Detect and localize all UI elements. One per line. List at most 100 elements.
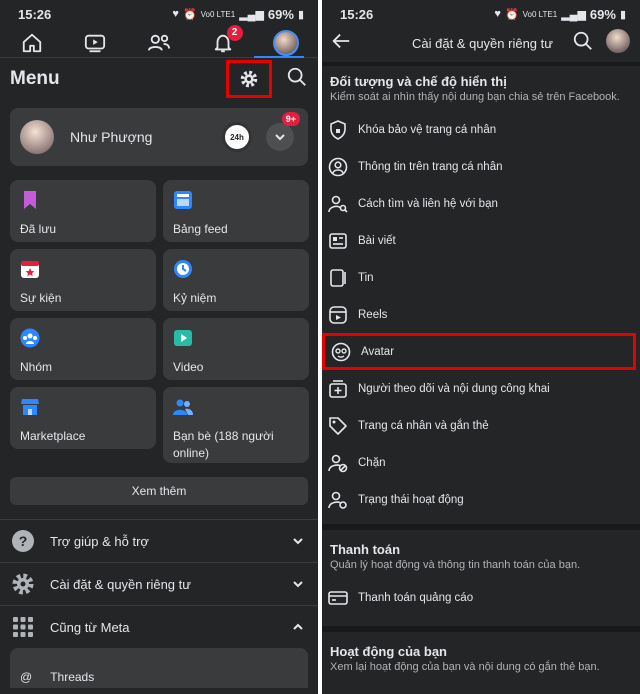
setting-label: Cách tìm và liên hệ với bạn bbox=[358, 197, 498, 210]
story-label: 24h bbox=[230, 132, 244, 142]
page-title: Menu bbox=[10, 68, 60, 89]
gear-icon bbox=[240, 70, 258, 88]
setting-blocking[interactable]: Chặn bbox=[322, 444, 640, 481]
shortcut-marketplace[interactable]: Marketplace bbox=[10, 387, 156, 449]
chevron-down-icon bbox=[293, 581, 303, 588]
notification-badge: 2 bbox=[226, 24, 243, 41]
status-icons: ♥ ⏰ Vo0 LTE1 ▂▄▆ 69% ▮ bbox=[494, 7, 626, 22]
setting-label: Chặn bbox=[358, 456, 386, 469]
audience-list: Khóa bảo vệ trang cá nhân Thông tin trên… bbox=[322, 111, 640, 518]
menu-header: Menu bbox=[0, 58, 318, 100]
section-title-audience: Đối tượng và chế độ hiển thị bbox=[330, 74, 507, 89]
setting-profile-lock[interactable]: Khóa bảo vệ trang cá nhân bbox=[322, 111, 640, 148]
shortcut-groups[interactable]: Nhóm bbox=[10, 318, 156, 380]
home-icon bbox=[22, 33, 41, 52]
shortcut-feed[interactable]: Bảng feed bbox=[163, 180, 309, 242]
setting-label: Thông tin trên trang cá nhân bbox=[358, 160, 503, 173]
settings-button[interactable] bbox=[226, 60, 272, 98]
shortcut-label: Marketplace bbox=[20, 429, 86, 443]
avatar bbox=[20, 120, 54, 154]
setting-profile-tagging[interactable]: Trang cá nhân và gắn thẻ bbox=[322, 407, 640, 444]
section-help[interactable]: ? Trợ giúp & hỗ trợ bbox=[0, 519, 318, 562]
shortcut-saved[interactable]: Đã lưu bbox=[10, 180, 156, 242]
signal-icon: ▂▄▆ bbox=[239, 8, 264, 21]
story-icon[interactable]: 24h bbox=[222, 122, 252, 152]
feed-icon bbox=[174, 191, 192, 209]
setting-label: Trang cá nhân và gắn thẻ bbox=[358, 419, 489, 432]
friends-tab[interactable] bbox=[145, 29, 173, 57]
profile-card[interactable]: Như Phượng 24h 9+ bbox=[10, 108, 308, 166]
shortcut-video[interactable]: Video bbox=[163, 318, 309, 380]
section-label: Cũng từ Meta bbox=[50, 619, 130, 635]
store-icon bbox=[21, 399, 39, 415]
page-title: Cài đặt & quyền riêng tư bbox=[412, 35, 553, 51]
settings-header: Cài đặt & quyền riêng tư bbox=[322, 28, 640, 58]
posts-icon bbox=[329, 232, 347, 249]
setting-profile-info[interactable]: Thông tin trên trang cá nhân bbox=[322, 148, 640, 185]
shortcut-label: Kỷ niệm bbox=[173, 291, 217, 305]
setting-avatar[interactable]: Avatar bbox=[322, 333, 636, 370]
avatar bbox=[273, 29, 300, 56]
section-label: Trợ giúp & hỗ trợ bbox=[50, 533, 149, 549]
shield-lock-icon bbox=[330, 119, 346, 140]
shortcut-memories[interactable]: Kỷ niệm bbox=[163, 249, 309, 311]
block-user-icon bbox=[328, 454, 348, 472]
clock-icon bbox=[174, 260, 192, 278]
setting-label: Thanh toán quảng cáo bbox=[358, 591, 474, 604]
chevron-down-icon bbox=[293, 538, 303, 545]
battery-icon: ▮ bbox=[619, 8, 626, 21]
setting-stories[interactable]: Tin bbox=[322, 259, 640, 296]
alarm-icon: ⏰ bbox=[182, 8, 197, 21]
heart-icon: ♥ bbox=[172, 8, 179, 20]
threads-icon: @ bbox=[20, 670, 33, 684]
card-icon bbox=[328, 590, 348, 605]
shortcut-label: Video bbox=[173, 360, 204, 374]
search-icon bbox=[287, 67, 306, 86]
avatar-face-icon bbox=[331, 342, 351, 361]
setting-followers[interactable]: Người theo dõi và nội dung công khai bbox=[322, 370, 640, 407]
setting-reels[interactable]: Reels bbox=[322, 296, 640, 333]
menu-tab[interactable] bbox=[272, 29, 300, 57]
setting-find-contact[interactable]: Cách tìm và liên hệ với bạn bbox=[322, 185, 640, 222]
heart-icon: ♥ bbox=[494, 8, 501, 20]
setting-label: Khóa bảo vệ trang cá nhân bbox=[358, 123, 497, 136]
shortcut-friends[interactable]: Bạn bè (188 người online) bbox=[163, 387, 309, 463]
section-title-activity: Hoạt động của bạn bbox=[330, 644, 447, 659]
setting-label: Bài viết bbox=[358, 234, 396, 247]
active-tab-indicator bbox=[254, 56, 304, 58]
setting-label: Avatar bbox=[361, 345, 395, 358]
battery-level: 69% bbox=[589, 6, 616, 22]
search-button[interactable] bbox=[572, 30, 594, 57]
video-tab[interactable] bbox=[81, 29, 109, 57]
setting-ad-payments[interactable]: Thanh toán quảng cáo bbox=[322, 579, 640, 616]
signal-icon: ▂▄▆ bbox=[561, 8, 586, 21]
shortcut-events[interactable]: Sự kiện bbox=[10, 249, 156, 311]
section-settings[interactable]: Cài đặt & quyền riêng tư bbox=[0, 562, 318, 605]
help-icon: ? bbox=[10, 528, 36, 554]
profiles-dropdown-button[interactable] bbox=[266, 123, 294, 151]
avatar[interactable] bbox=[606, 29, 630, 53]
arrow-left-icon bbox=[332, 33, 350, 48]
battery-level: 69% bbox=[267, 6, 294, 22]
section-title-payments: Thanh toán bbox=[330, 542, 401, 557]
tag-icon bbox=[329, 416, 347, 435]
network-label: Vo0 LTE1 bbox=[522, 9, 558, 19]
stories-icon bbox=[330, 268, 346, 287]
chevron-down-icon bbox=[275, 134, 285, 141]
profile-badge: 9+ bbox=[281, 112, 300, 126]
status-time: 15:26 bbox=[340, 6, 374, 22]
setting-active-status[interactable]: Trạng thái hoạt động bbox=[322, 481, 640, 518]
setting-posts[interactable]: Bài viết bbox=[322, 222, 640, 259]
back-button[interactable] bbox=[330, 30, 352, 57]
see-more-button[interactable]: Xem thêm bbox=[10, 477, 308, 505]
notifications-tab[interactable]: 2 bbox=[209, 24, 243, 57]
profile-name: Như Phượng bbox=[70, 129, 153, 145]
section-meta[interactable]: Cũng từ Meta bbox=[0, 605, 318, 648]
threads-item[interactable]: @ Threads bbox=[10, 648, 308, 688]
active-status-icon bbox=[328, 491, 347, 509]
search-icon bbox=[573, 31, 592, 50]
friends-icon bbox=[173, 399, 193, 415]
section-desc-payments: Quản lý hoạt động và thông tin thanh toá… bbox=[330, 559, 581, 571]
home-tab[interactable] bbox=[18, 29, 46, 57]
search-button[interactable] bbox=[286, 66, 308, 93]
